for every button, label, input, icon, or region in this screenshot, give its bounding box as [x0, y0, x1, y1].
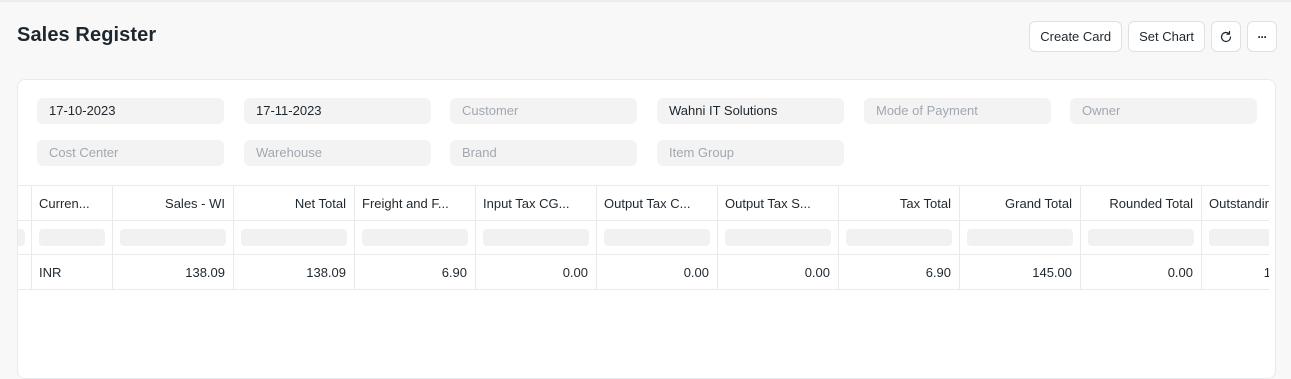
column-header[interactable]: Net Total [234, 186, 355, 220]
table-row[interactable]: INR 138.09 138.09 6.90 0.00 0.00 0.00 6.… [18, 255, 1273, 290]
table-cell[interactable]: 145.00 [960, 255, 1081, 289]
row-index-cell [18, 255, 32, 289]
refresh-icon [1220, 30, 1232, 42]
brand-field[interactable]: Brand [450, 140, 637, 166]
table-header: Curren... Sales - WI Net Total Freight a… [18, 185, 1273, 221]
report-table: Curren... Sales - WI Net Total Freight a… [18, 185, 1273, 295]
column-header[interactable]: Input Tax CG... [476, 186, 597, 220]
table-cell[interactable]: 6.90 [839, 255, 960, 289]
column-filter-input[interactable] [839, 221, 960, 254]
owner-field[interactable]: Owner [1070, 98, 1257, 124]
mode-of-payment-field[interactable]: Mode of Payment [864, 98, 1051, 124]
table-cell[interactable]: 0.00 [718, 255, 839, 289]
table-right-edge [1269, 185, 1273, 295]
table-cell[interactable]: 138.09 [234, 255, 355, 289]
customer-field[interactable]: Customer [450, 98, 637, 124]
column-filter-input[interactable] [355, 221, 476, 254]
table-cell[interactable]: 1 [1202, 255, 1273, 289]
column-header[interactable]: Rounded Total [1081, 186, 1202, 220]
warehouse-field[interactable]: Warehouse [244, 140, 431, 166]
column-filter-input[interactable] [960, 221, 1081, 254]
column-header[interactable]: Grand Total [960, 186, 1081, 220]
column-header[interactable]: Curren... [32, 186, 113, 220]
company-field[interactable]: Wahni IT Solutions [657, 98, 844, 124]
column-header[interactable]: Freight and F... [355, 186, 476, 220]
column-filter-input[interactable] [597, 221, 718, 254]
more-options-button[interactable]: ··· [1247, 21, 1277, 52]
column-header[interactable]: Output Tax C... [597, 186, 718, 220]
column-filter-input[interactable] [1081, 221, 1202, 254]
column-filter-input[interactable] [113, 221, 234, 254]
table-cell[interactable]: 138.09 [113, 255, 234, 289]
table-cell[interactable]: 0.00 [476, 255, 597, 289]
cost-center-field[interactable]: Cost Center [37, 140, 224, 166]
page-actions: Create Card Set Chart ··· [1029, 21, 1277, 52]
item-group-field[interactable]: Item Group [657, 140, 844, 166]
column-filter-row [18, 221, 1273, 255]
column-header[interactable]: Tax Total [839, 186, 960, 220]
column-filter-input[interactable] [32, 221, 113, 254]
column-filter-input[interactable] [718, 221, 839, 254]
refresh-button[interactable] [1211, 21, 1241, 52]
table-cell[interactable]: 0.00 [1081, 255, 1202, 289]
set-chart-button[interactable]: Set Chart [1128, 21, 1205, 52]
column-filter-input[interactable] [234, 221, 355, 254]
from-date-field[interactable]: 17-10-2023 [37, 98, 224, 124]
ellipsis-icon: ··· [1257, 29, 1268, 44]
table-cell[interactable]: 0.00 [597, 255, 718, 289]
column-header[interactable]: Outstandin [1202, 186, 1273, 220]
page-title: Sales Register [17, 24, 157, 46]
report-card: 17-10-2023 17-11-2023 Customer Wahni IT … [17, 79, 1276, 379]
top-divider [0, 0, 1291, 2]
create-card-button[interactable]: Create Card [1029, 21, 1123, 52]
to-date-field[interactable]: 17-11-2023 [244, 98, 431, 124]
row-index-header [18, 186, 32, 220]
filter-cell [18, 221, 32, 254]
column-header[interactable]: Sales - WI [113, 186, 234, 220]
table-cell[interactable]: 6.90 [355, 255, 476, 289]
column-filter-input[interactable] [1202, 221, 1273, 254]
column-filter-input[interactable] [476, 221, 597, 254]
table-cell[interactable]: INR [32, 255, 113, 289]
column-header[interactable]: Output Tax S... [718, 186, 839, 220]
